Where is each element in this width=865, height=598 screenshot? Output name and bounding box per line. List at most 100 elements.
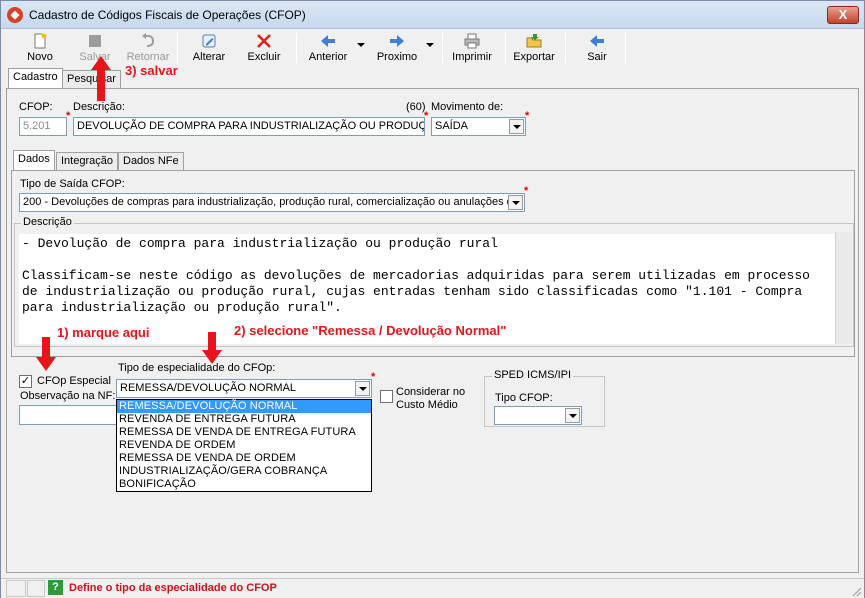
folder-export-icon	[526, 34, 542, 48]
save-icon	[89, 35, 101, 47]
tipo-saida-value: 200 - Devoluções de compras para industr…	[23, 196, 519, 208]
required-mark: *	[525, 110, 530, 122]
cfop-especial-checkbox[interactable]: ✓	[19, 375, 32, 388]
exportar-button[interactable]: Exportar	[511, 30, 557, 66]
annotation-step3: 3) salvar	[125, 63, 178, 78]
printer-icon	[464, 33, 480, 49]
chevron-down-icon[interactable]	[565, 408, 580, 423]
considerar-label-line1: Considerar no	[396, 386, 466, 398]
toolbar: Novo Salvar Retornar Alterar Excluir Ant…	[5, 30, 861, 66]
alterar-button[interactable]: Alterar	[187, 30, 231, 66]
imprimir-button[interactable]: Imprimir	[449, 30, 495, 66]
imprimir-label: Imprimir	[452, 51, 492, 63]
excluir-label: Excluir	[247, 51, 281, 63]
descricao-label: Descrição:	[73, 101, 125, 113]
toolbar-separator	[565, 33, 566, 63]
toolbar-separator	[177, 33, 178, 63]
excluir-button[interactable]: Excluir	[241, 30, 287, 66]
annotation-arrow-up-icon	[91, 56, 111, 101]
list-item[interactable]: REVENDA DE ORDEM	[117, 439, 371, 452]
tipo-saida-label: Tipo de Saída CFOP:	[20, 178, 125, 190]
tab-cadastro[interactable]: Cadastro	[8, 68, 63, 89]
sair-label: Sair	[587, 51, 607, 63]
toolbar-separator	[442, 33, 443, 63]
delete-icon	[257, 34, 271, 48]
arrow-left-icon	[321, 35, 335, 47]
list-item[interactable]: REMESSA DE VENDA DE ENTREGA FUTURA	[117, 426, 371, 439]
movimento-select[interactable]: SAÍDA	[431, 117, 526, 136]
descricao-scrollbar[interactable]	[835, 232, 852, 344]
required-mark: *	[424, 110, 429, 122]
tipo-cfop-label: Tipo CFOP:	[495, 392, 553, 404]
app-window: ◆ Cadastro de Códigos Fiscais de Operaçõ…	[0, 0, 865, 598]
cfop-label: CFOP:	[19, 101, 53, 113]
list-item[interactable]: BONIFICAÇÃO	[117, 478, 371, 491]
descricao-max-length: (60)	[406, 101, 426, 113]
tipo-cfop-select[interactable]	[494, 406, 582, 425]
especialidade-value: REMESSA/DEVOLUÇÃO NORMAL	[120, 382, 297, 394]
tab-dados[interactable]: Dados	[13, 150, 55, 171]
anterior-dropdown-icon[interactable]	[357, 43, 365, 47]
especialidade-label: Tipo de especialidade do CFOp:	[118, 362, 276, 374]
tipo-saida-select[interactable]: 200 - Devoluções de compras para industr…	[19, 193, 525, 212]
status-cell	[27, 580, 45, 597]
observacao-field[interactable]	[19, 405, 119, 425]
anterior-button[interactable]: Anterior	[303, 30, 353, 66]
resize-grip-icon[interactable]	[851, 586, 862, 597]
required-mark: *	[524, 185, 529, 197]
proximo-dropdown-icon[interactable]	[426, 43, 434, 47]
especialidade-dropdown-list: REMESSA/DEVOLUÇÃO NORMAL REVENDA DE ENTR…	[116, 399, 372, 492]
proximo-button[interactable]: Proximo	[371, 30, 423, 66]
status-text: Define o tipo da especialidade do CFOP	[69, 582, 277, 594]
considerar-custo-checkbox[interactable]	[380, 390, 393, 403]
novo-label: Novo	[27, 51, 53, 63]
list-item[interactable]: REMESSA DE VENDA DE ORDEM	[117, 452, 371, 465]
tab-integracao[interactable]: Integração	[56, 152, 118, 171]
considerar-label-line2: Custo Médio	[396, 399, 458, 411]
exit-arrow-icon	[590, 35, 604, 47]
novo-button[interactable]: Novo	[19, 30, 61, 66]
undo-icon	[142, 33, 155, 47]
annotation-arrow-down-icon	[202, 332, 222, 364]
list-item[interactable]: REMESSA/DEVOLUÇÃO NORMAL	[117, 400, 371, 413]
list-item[interactable]: REVENDA DE ENTREGA FUTURA	[117, 413, 371, 426]
descricao-group-title: Descrição	[21, 216, 74, 228]
exportar-label: Exportar	[513, 51, 555, 63]
chevron-down-icon[interactable]	[355, 381, 370, 396]
edit-icon	[202, 34, 216, 48]
required-mark: *	[66, 110, 71, 122]
sair-button[interactable]: Sair	[577, 30, 617, 66]
list-item[interactable]: INDUSTRIALIZAÇÃO/GERA COBRANÇA	[117, 465, 371, 478]
anterior-label: Anterior	[308, 51, 348, 63]
cfop-field[interactable]: 5.201	[19, 117, 67, 136]
movimento-value: SAÍDA	[435, 120, 469, 132]
new-document-icon	[34, 33, 47, 49]
toolbar-separator	[505, 33, 506, 63]
app-icon: ◆	[7, 7, 23, 23]
chevron-down-icon[interactable]	[509, 119, 524, 134]
toolbar-separator	[625, 33, 626, 63]
sped-group-title: SPED ICMS/IPI	[492, 369, 574, 381]
descricao-field[interactable]: DEVOLUÇÃO DE COMPRA PARA INDUSTRIALIZAÇÃ…	[73, 117, 425, 136]
annotation-arrow-down-icon	[36, 337, 56, 371]
status-cell	[6, 580, 26, 597]
chevron-down-icon[interactable]	[508, 195, 523, 210]
especialidade-select[interactable]: REMESSA/DEVOLUÇÃO NORMAL	[116, 379, 372, 398]
tab-dados-nfe[interactable]: Dados NFe	[118, 152, 184, 171]
proximo-label: Proximo	[376, 51, 418, 63]
toolbar-separator	[296, 33, 297, 63]
title-bar: ◆ Cadastro de Códigos Fiscais de Operaçõ…	[1, 1, 864, 29]
alterar-label: Alterar	[192, 51, 226, 63]
retornar-button[interactable]: Retornar	[123, 30, 173, 66]
retornar-label: Retornar	[126, 51, 170, 63]
required-mark: *	[371, 371, 376, 383]
annotation-step2: 2) selecione "Remessa / Devolução Normal…	[234, 323, 507, 338]
observacao-label: Observação na NF:	[20, 390, 116, 402]
cfop-especial-label: CFOp Especial	[37, 375, 111, 387]
help-icon: ?	[48, 580, 63, 595]
window-title: Cadastro de Códigos Fiscais de Operações…	[29, 8, 306, 22]
close-button[interactable]: X	[827, 6, 859, 24]
arrow-right-icon	[390, 35, 404, 47]
movimento-label: Movimento de:	[431, 101, 504, 113]
annotation-step1: 1) marque aqui	[57, 325, 150, 340]
